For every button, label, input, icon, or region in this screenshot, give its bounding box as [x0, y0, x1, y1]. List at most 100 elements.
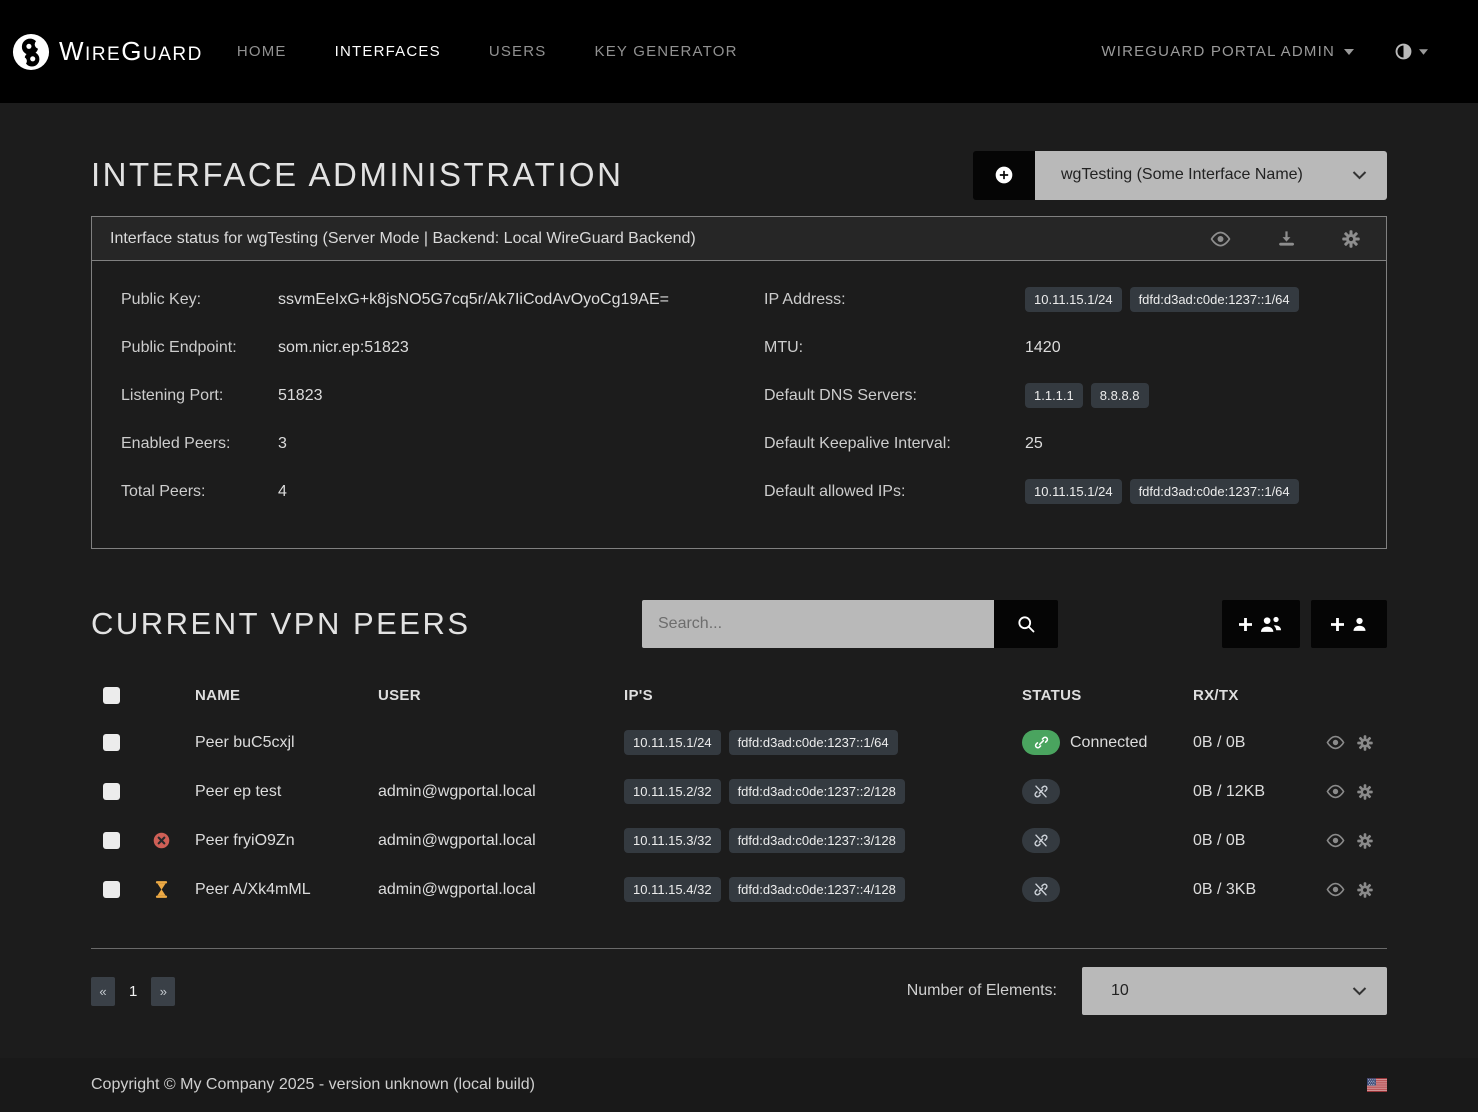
theme-toggle-dropdown[interactable] — [1394, 42, 1428, 61]
nav-link-interfaces[interactable]: INTERFACES — [335, 43, 441, 60]
column-header-status: STATUS — [1010, 687, 1181, 704]
info-value: ssvmEeIxG+k8jsNO5G7cq5r/Ak7IiCodAvOyoCg1… — [278, 291, 669, 309]
disconnected-pill — [1022, 779, 1060, 804]
peer-user: admin@wgportal.local — [366, 881, 612, 899]
nav-link-home[interactable]: HOME — [237, 43, 287, 60]
eye-icon[interactable] — [1326, 882, 1345, 897]
status-label: Connected — [1070, 734, 1147, 752]
nav-link-key-generator[interactable]: KEY GENERATOR — [595, 43, 738, 60]
peer-expiring-hourglass-icon — [155, 881, 168, 898]
user-menu-dropdown[interactable]: WIREGUARD PORTAL ADMIN — [1101, 43, 1354, 60]
link-slash-icon — [1033, 784, 1049, 799]
gear-icon[interactable] — [1357, 833, 1373, 849]
info-label: Default DNS Servers: — [764, 387, 1025, 405]
download-icon[interactable] — [1277, 229, 1296, 248]
value-badge: 10.11.15.1/24 — [1025, 479, 1122, 504]
pagination-next-button[interactable]: » — [151, 977, 175, 1006]
peer-checkbox[interactable] — [103, 881, 120, 898]
nav-links: HOME INTERFACES USERS KEY GENERATOR — [237, 43, 738, 60]
navbar: WIREGUARD HOME INTERFACES USERS KEY GENERAT… — [0, 0, 1478, 103]
add-peer-button[interactable] — [1311, 600, 1387, 648]
peer-user: admin@wgportal.local — [366, 832, 612, 850]
peer-status — [1010, 828, 1181, 853]
disconnected-pill — [1022, 828, 1060, 853]
elements-count-value: 10 — [1111, 982, 1129, 1000]
info-row: Listening Port:51823 — [121, 372, 764, 420]
peer-checkbox[interactable] — [103, 783, 120, 800]
peer-disabled-icon — [153, 832, 170, 849]
info-label: Public Endpoint: — [121, 339, 278, 357]
peers-section-title: CURRENT VPN PEERS — [91, 606, 471, 642]
info-row: Default DNS Servers:1.1.1.18.8.8.8 — [764, 372, 1386, 420]
plus-icon — [1331, 618, 1344, 631]
peer-status — [1010, 877, 1181, 902]
ip-badge: 10.11.15.1/24 — [624, 730, 721, 755]
interface-status-title: Interface status for wgTesting (Server M… — [110, 230, 696, 248]
info-value: 25 — [1025, 435, 1043, 453]
peer-ips: 10.11.15.4/32fdfd:d3ad:c0de:1237::4/128 — [612, 877, 1010, 902]
info-row: Default Keepalive Interval:25 — [764, 420, 1386, 468]
value-badge: 1.1.1.1 — [1025, 383, 1083, 408]
ip-badge: fdfd:d3ad:c0de:1237::1/64 — [729, 730, 898, 755]
ip-badge: fdfd:d3ad:c0de:1237::2/128 — [729, 779, 905, 804]
peer-rxtx: 0B / 12KB — [1181, 783, 1311, 801]
search-button[interactable] — [994, 600, 1058, 648]
interface-status-card: Interface status for wgTesting (Server M… — [91, 216, 1387, 549]
link-slash-icon — [1033, 882, 1049, 897]
chevron-down-icon — [1352, 987, 1367, 996]
peer-rxtx: 0B / 0B — [1181, 734, 1311, 752]
info-row: Default allowed IPs:10.11.15.1/24fdfd:d3… — [764, 468, 1386, 516]
info-row: Public Endpoint:som.nicr.ep:51823 — [121, 324, 764, 372]
peer-checkbox[interactable] — [103, 734, 120, 751]
peer-ips: 10.11.15.1/24 fdfd:d3ad:c0de:1237::1/64 — [612, 730, 1010, 755]
chevron-down-icon — [1352, 171, 1367, 180]
gear-icon[interactable] — [1357, 784, 1373, 800]
peer-status — [1010, 779, 1181, 804]
interface-select[interactable]: wgTesting (Some Interface Name) — [1035, 151, 1387, 200]
gear-icon[interactable] — [1357, 882, 1373, 898]
info-row: IP Address:10.11.15.1/24fdfd:d3ad:c0de:1… — [764, 276, 1386, 324]
wireguard-dragon-icon — [12, 33, 50, 71]
gear-icon[interactable] — [1357, 735, 1373, 751]
eye-icon[interactable] — [1326, 735, 1345, 750]
peer-row: Peer A/Xk4mMLadmin@wgportal.local10.11.1… — [91, 865, 1387, 914]
circle-half-icon — [1394, 42, 1413, 61]
ip-badge: 10.11.15.2/32 — [624, 779, 721, 804]
value-badge: 10.11.15.1/24 — [1025, 287, 1122, 312]
info-row: Public Key:ssvmEeIxG+k8jsNO5G7cq5r/Ak7Ii… — [121, 276, 764, 324]
users-icon — [1259, 616, 1283, 633]
add-multiple-peers-button[interactable] — [1222, 600, 1300, 648]
us-flag-icon[interactable] — [1367, 1078, 1387, 1092]
info-row: Total Peers:4 — [121, 468, 764, 516]
peer-ips: 10.11.15.3/32fdfd:d3ad:c0de:1237::3/128 — [612, 828, 1010, 853]
value-badge: 8.8.8.8 — [1091, 383, 1149, 408]
elements-count-select[interactable]: 10 — [1082, 967, 1387, 1015]
caret-down-icon — [1419, 49, 1428, 55]
ip-badge: 10.11.15.3/32 — [624, 828, 721, 853]
info-badges: 10.11.15.1/24fdfd:d3ad:c0de:1237::1/64 — [1025, 291, 1307, 309]
eye-icon[interactable] — [1326, 833, 1345, 848]
info-value: 4 — [278, 483, 287, 501]
eye-icon[interactable] — [1326, 784, 1345, 799]
gear-icon[interactable] — [1342, 230, 1360, 248]
eye-icon[interactable] — [1210, 231, 1231, 247]
nav-link-users[interactable]: USERS — [489, 43, 547, 60]
peer-name: Peer ep test — [183, 783, 366, 801]
pagination-prev-button[interactable]: « — [91, 977, 115, 1006]
ip-badge: fdfd:d3ad:c0de:1237::4/128 — [729, 877, 905, 902]
copyright-text: Copyright © My Company 2025 - version un… — [91, 1076, 535, 1094]
info-label: Default allowed IPs: — [764, 483, 1025, 501]
pagination-page-1[interactable]: 1 — [115, 983, 151, 1000]
select-all-checkbox[interactable] — [103, 687, 120, 704]
caret-down-icon — [1344, 49, 1354, 55]
peer-checkbox[interactable] — [103, 832, 120, 849]
add-interface-button[interactable] — [973, 151, 1035, 200]
peer-user: admin@wgportal.local — [366, 783, 612, 801]
info-label: Enabled Peers: — [121, 435, 278, 453]
search-input[interactable] — [642, 600, 994, 648]
wireguard-logo[interactable]: WIREGUARD — [12, 33, 203, 71]
pagination: « 1 » — [91, 977, 175, 1006]
info-badges: 1.1.1.18.8.8.8 — [1025, 387, 1157, 405]
info-label: IP Address: — [764, 291, 1025, 309]
peers-table: NAMEUSERIP'SSTATUSRX/TX Peer buC5cxjl10.… — [91, 672, 1387, 949]
